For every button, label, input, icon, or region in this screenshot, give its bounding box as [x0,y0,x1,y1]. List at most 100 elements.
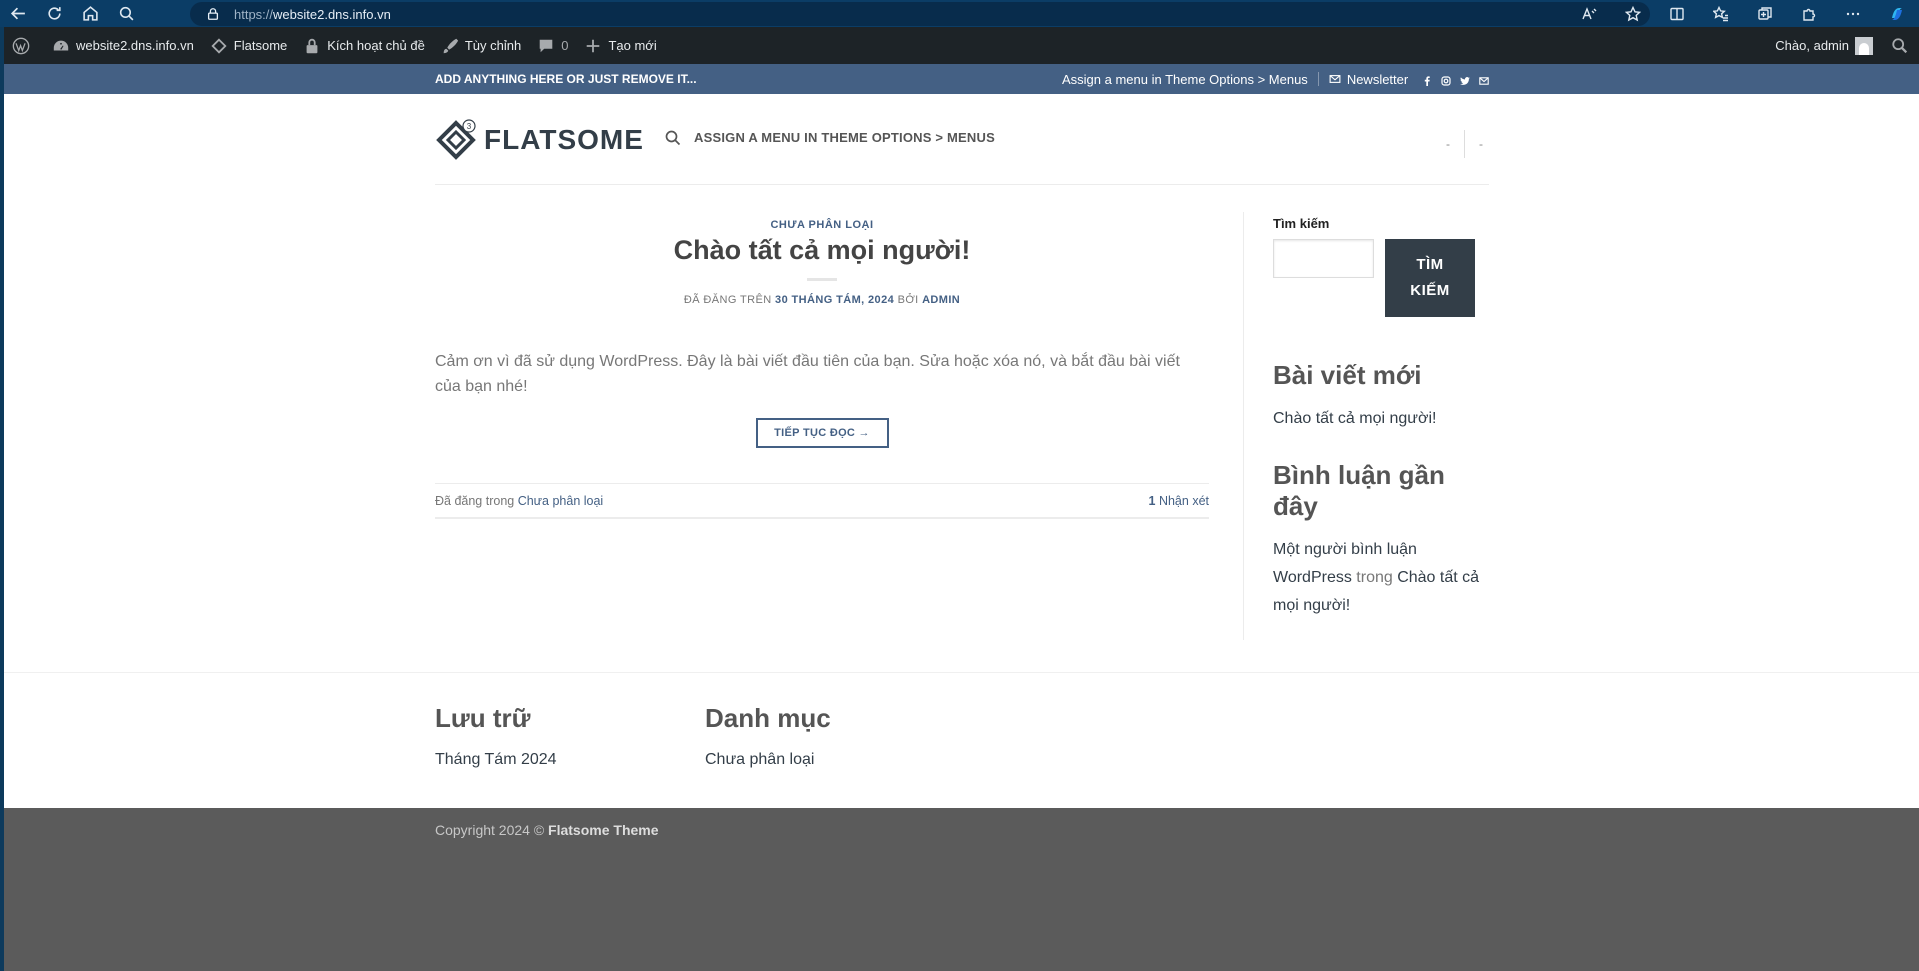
lock-icon [207,8,219,20]
wp-logo-menu[interactable] [4,27,44,64]
comments-count: 0 [561,38,569,53]
dashboard-icon [53,40,69,50]
brush-icon [443,38,458,53]
meta-prefix: ĐÃ ĐĂNG TRÊN [683,294,776,306]
facebook-icon[interactable] [1422,74,1432,86]
search-icon[interactable] [665,130,681,146]
read-aloud-icon[interactable] [1567,0,1611,27]
admin-flatsome-menu[interactable]: Flatsome [202,27,295,64]
top-bar-text: ADD ANYTHING HERE OR JUST REMOVE IT... [435,72,697,86]
new-label: Tạo mới [608,38,657,53]
logo-badge: 3 [467,122,472,131]
wordpress-icon [12,37,30,54]
post-author-link[interactable]: ADMIN [922,294,960,306]
admin-comments[interactable]: 0 [529,27,576,64]
browser-toolbar: https://website2.dns.info.vn [0,0,1919,27]
post-meta: ĐÃ ĐĂNG TRÊN 30 THÁNG TÁM, 2024 BỞI ADMI… [435,294,1209,306]
favorite-star-icon[interactable] [1611,0,1655,27]
main-menu-hint[interactable]: ASSIGN A MENU IN THEME OPTIONS > MENUS [694,130,995,145]
sidebar-divider [1243,212,1244,640]
post-title[interactable]: Chào tất cả mọi người! [435,235,1209,266]
archive-title: Lưu trữ [435,703,531,733]
admin-account-menu[interactable]: Chào, admin [1767,27,1881,64]
post-excerpt: Cảm ơn vì đã sử dụng WordPress. Đây là b… [435,353,1180,395]
recent-post-link[interactable]: Chào tất cả mọi người! [1273,405,1489,433]
twitter-icon[interactable] [1460,74,1471,85]
comment-icon [539,39,553,52]
admin-search[interactable] [1881,27,1919,64]
categories-title: Danh mục [705,703,831,733]
lock-icon [306,38,318,53]
address-bar[interactable]: https://website2.dns.info.vn [190,2,1650,26]
copilot-icon[interactable] [1875,0,1919,27]
comments-link[interactable]: 1 Nhận xét [1149,494,1209,508]
instagram-icon[interactable] [1441,74,1451,86]
more-icon[interactable] [1831,0,1875,27]
admin-activate-theme[interactable]: Kích hoạt chủ đề [295,27,433,64]
admin-site-name[interactable]: website2.dns.info.vn [44,27,202,64]
absolute-footer: Copyright 2024 © Flatsome Theme [4,808,1919,971]
page-viewport: website2.dns.info.vn Flatsome Kích hoạt … [4,27,1919,971]
wp-admin-bar: website2.dns.info.vn Flatsome Kích hoạt … [4,27,1919,64]
logo-text: FLATSOME [484,124,644,155]
title-divider [807,278,837,281]
footer-widgets: Lưu trữ Tháng Tám 2024 Danh mục Chưa phâ… [4,672,1919,808]
recent-comments-title: Bình luận gần đây [1273,460,1445,521]
url-text: https://website2.dns.info.vn [234,7,391,22]
main-content: CHƯA PHÂN LOẠI Chào tất cả mọi người! ĐÃ… [435,212,1489,672]
archive-link[interactable]: Tháng Tám 2024 [435,746,557,774]
recent-comment-item: Một người bình luận WordPress trong Chào… [1273,536,1489,620]
archive-widget: Lưu trữ Tháng Tám 2024 [435,703,557,774]
search-icon [1892,37,1908,53]
site-header: 3 FLATSOME ASSIGN A MENU IN THEME OPTION… [4,94,1919,185]
refresh-icon[interactable] [36,0,72,27]
extensions-icon[interactable] [1787,0,1831,27]
copyright: Copyright 2024 © Flatsome Theme [435,822,659,838]
envelope-icon [1329,75,1341,83]
back-icon[interactable] [0,0,36,27]
greeting-label: Chào, admin [1775,38,1849,53]
avatar [1855,36,1873,55]
post-entry: CHƯA PHÂN LOẠI Chào tất cả mọi người! ĐÃ… [435,212,1209,519]
favorites-icon[interactable] [1699,0,1743,27]
admin-customize[interactable]: Tùy chỉnh [433,27,529,64]
comments-label: Nhận xét [1155,493,1209,508]
header-dash-right[interactable]: - [1479,137,1483,151]
top-bar-menu-hint[interactable]: Assign a menu in Theme Options > Menus [1062,72,1308,87]
read-more-button[interactable]: TIẾP TỤC ĐỌC → [755,418,889,448]
sidebar: Tìm kiếm TÌM KIẾM Bài viết mới Chào tất … [1273,212,1489,620]
search-button-label: TÌM KIẾM [1410,256,1450,299]
site-logo[interactable]: 3 FLATSOME [435,119,644,161]
copyright-prefix: Copyright 2024 © [435,822,549,838]
posted-in-label: Đã đăng trong [435,493,518,508]
email-icon[interactable] [1479,74,1489,85]
activate-theme-label: Kích hoạt chủ đề [327,38,425,53]
top-bar: ADD ANYTHING HERE OR JUST REMOVE IT... A… [4,64,1919,94]
home-icon[interactable] [72,0,108,27]
copyright-brand: Flatsome Theme [548,822,659,838]
search-button[interactable]: TÌM KIẾM [1385,239,1475,317]
category-link[interactable]: Chưa phân loại [705,746,831,774]
header-dash-left[interactable]: - [1446,137,1450,151]
search-input[interactable] [1273,239,1374,278]
comment-on-label: trong [1351,569,1398,586]
post-date-link[interactable]: 30 THÁNG TÁM, 2024 [775,294,894,306]
search-form: TÌM KIẾM [1273,239,1489,317]
url-host: website2.dns.info.vn [273,6,391,22]
categories-widget: Danh mục Chưa phân loại [705,703,831,774]
search-widget-label: Tìm kiếm [1273,216,1330,231]
collections-icon[interactable] [1743,0,1787,27]
divider [1317,72,1319,86]
customize-label: Tùy chỉnh [464,38,522,53]
site-name-label: website2.dns.info.vn [76,38,194,53]
post-footer: Đã đăng trong Chưa phân loại 1 Nhận xét [435,483,1209,519]
newsletter-link[interactable]: Newsletter [1347,72,1408,87]
admin-new-content[interactable]: Tạo mới [576,27,664,64]
recent-posts-title: Bài viết mới [1273,360,1422,390]
posted-in: Đã đăng trong Chưa phân loại [435,494,603,508]
split-screen-icon[interactable] [1655,0,1699,27]
search-icon[interactable] [108,0,144,27]
post-category[interactable]: CHƯA PHÂN LOẠI [435,219,1209,231]
posted-in-category-link[interactable]: Chưa phân loại [518,494,604,508]
flatsome-logo-icon: 3 [435,119,477,161]
